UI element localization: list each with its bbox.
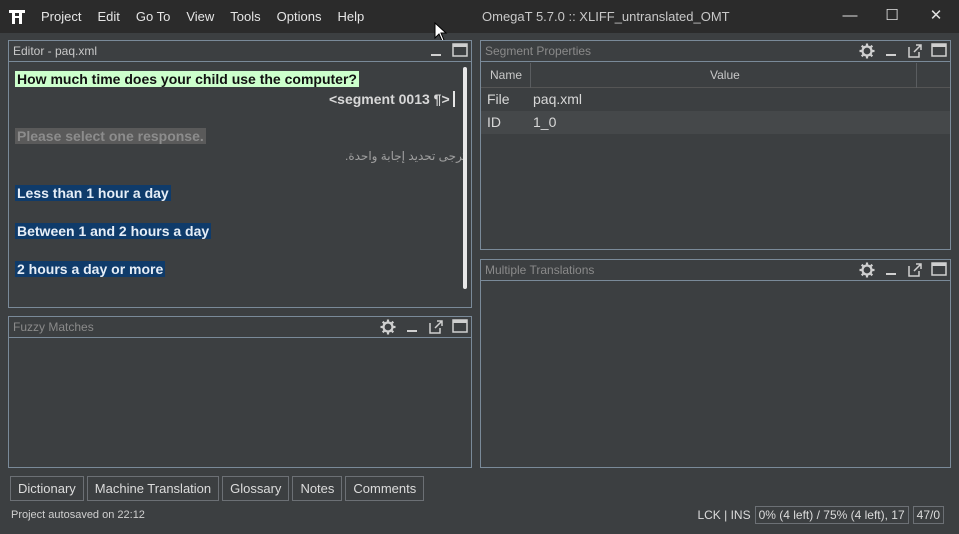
autosave-status: Project autosaved on 22:12 (11, 509, 145, 521)
multiple-translations-title: Multiple Translations (485, 263, 595, 277)
segment-option-3[interactable]: 2 hours a day or more (15, 261, 166, 277)
menu-edit[interactable]: Edit (89, 0, 127, 33)
undock-icon[interactable] (906, 42, 924, 60)
column-name[interactable]: Name (490, 63, 522, 88)
editor-header: Editor - paq.xml (9, 41, 471, 62)
segment-properties-title: Segment Properties (485, 44, 592, 58)
source-segment[interactable]: Please select one response. (15, 128, 206, 144)
status-bar-right: LCK | INS 0% (4 left) / 75% (4 left), 17… (697, 506, 944, 524)
menu-bar: Project Edit Go To View Tools Options He… (33, 0, 372, 33)
tab-machine-translation[interactable]: Machine Translation (86, 476, 220, 501)
maximize-window-button[interactable]: ☐ (870, 0, 914, 33)
segment-option-1[interactable]: Less than 1 hour a day (15, 185, 171, 201)
close-window-button[interactable]: ✕ (914, 0, 958, 33)
column-separator[interactable] (530, 63, 531, 88)
progress-status[interactable]: 0% (4 left) / 75% (4 left), 17 (754, 506, 909, 524)
menu-view[interactable]: View (178, 0, 222, 33)
table-row[interactable]: File paq.xml (481, 88, 950, 111)
tab-glossary[interactable]: Glossary (222, 476, 290, 501)
minimize-pane-icon[interactable] (427, 42, 445, 60)
minimize-pane-icon[interactable] (882, 261, 900, 279)
tab-notes[interactable]: Notes (292, 476, 343, 501)
segment-properties-pane: Segment Properties Name Value File paq.x… (480, 40, 951, 250)
menu-options[interactable]: Options (269, 0, 330, 33)
editor-title: Editor - paq.xml (13, 44, 98, 58)
multiple-translations-header: Multiple Translations (481, 260, 950, 281)
table-row[interactable]: ID 1_0 (481, 111, 950, 134)
title-bar: Project Edit Go To View Tools Options He… (0, 0, 959, 33)
undock-icon[interactable] (427, 318, 445, 336)
tab-dictionary[interactable]: Dictionary (10, 476, 84, 501)
undock-icon[interactable] (906, 261, 924, 279)
window-title: OmegaT 5.7.0 :: XLIFF_untranslated_OMT (482, 9, 730, 24)
column-separator[interactable] (916, 63, 917, 88)
fuzzy-matches-title: Fuzzy Matches (13, 320, 94, 334)
menu-goto[interactable]: Go To (128, 0, 178, 33)
bottom-tab-bar: Dictionary Machine Translation Glossary … (10, 476, 425, 501)
maximize-pane-icon[interactable] (451, 318, 469, 336)
minimize-pane-icon[interactable] (403, 318, 421, 336)
column-value[interactable]: Value (710, 63, 740, 88)
text-cursor (453, 91, 455, 107)
segment-count: 47/0 (912, 506, 944, 524)
menu-project[interactable]: Project (33, 0, 89, 33)
app-logo-icon (8, 8, 26, 26)
minimize-pane-icon[interactable] (882, 42, 900, 60)
maximize-pane-icon[interactable] (930, 261, 948, 279)
gear-icon[interactable] (379, 318, 397, 336)
minimize-window-button[interactable]: — (828, 0, 872, 33)
multiple-translations-pane: Multiple Translations (480, 259, 951, 468)
active-segment[interactable]: How much time does your child use the co… (15, 71, 359, 87)
maximize-pane-icon[interactable] (930, 42, 948, 60)
editor-pane: Editor - paq.xml How much time does your… (8, 40, 472, 308)
segment-option-2[interactable]: Between 1 and 2 hours a day (15, 223, 212, 239)
editor-scrollbar[interactable] (463, 67, 467, 289)
fuzzy-matches-header: Fuzzy Matches (9, 317, 471, 338)
mouse-pointer-icon (434, 22, 448, 42)
segment-marker: <segment 0013 ¶> (329, 91, 450, 107)
lock-insert-mode: LCK | INS (697, 508, 751, 522)
editor-body[interactable]: How much time does your child use the co… (9, 63, 471, 307)
properties-table: Name Value File paq.xml ID 1_0 (481, 63, 950, 134)
menu-help[interactable]: Help (329, 0, 372, 33)
tab-comments[interactable]: Comments (345, 476, 425, 501)
property-name: File (487, 91, 510, 107)
gear-icon[interactable] (858, 261, 876, 279)
segment-properties-header: Segment Properties (481, 41, 950, 62)
property-value: 1_0 (533, 114, 557, 130)
maximize-pane-icon[interactable] (451, 42, 469, 60)
property-value: paq.xml (533, 91, 583, 107)
menu-tools[interactable]: Tools (222, 0, 268, 33)
rtl-translation[interactable]: يُرجى تحديد إجابة واحدة. (345, 149, 466, 163)
property-name: ID (487, 114, 501, 130)
gear-icon[interactable] (858, 42, 876, 60)
fuzzy-matches-pane: Fuzzy Matches (8, 316, 472, 468)
properties-table-header: Name Value (481, 63, 950, 88)
